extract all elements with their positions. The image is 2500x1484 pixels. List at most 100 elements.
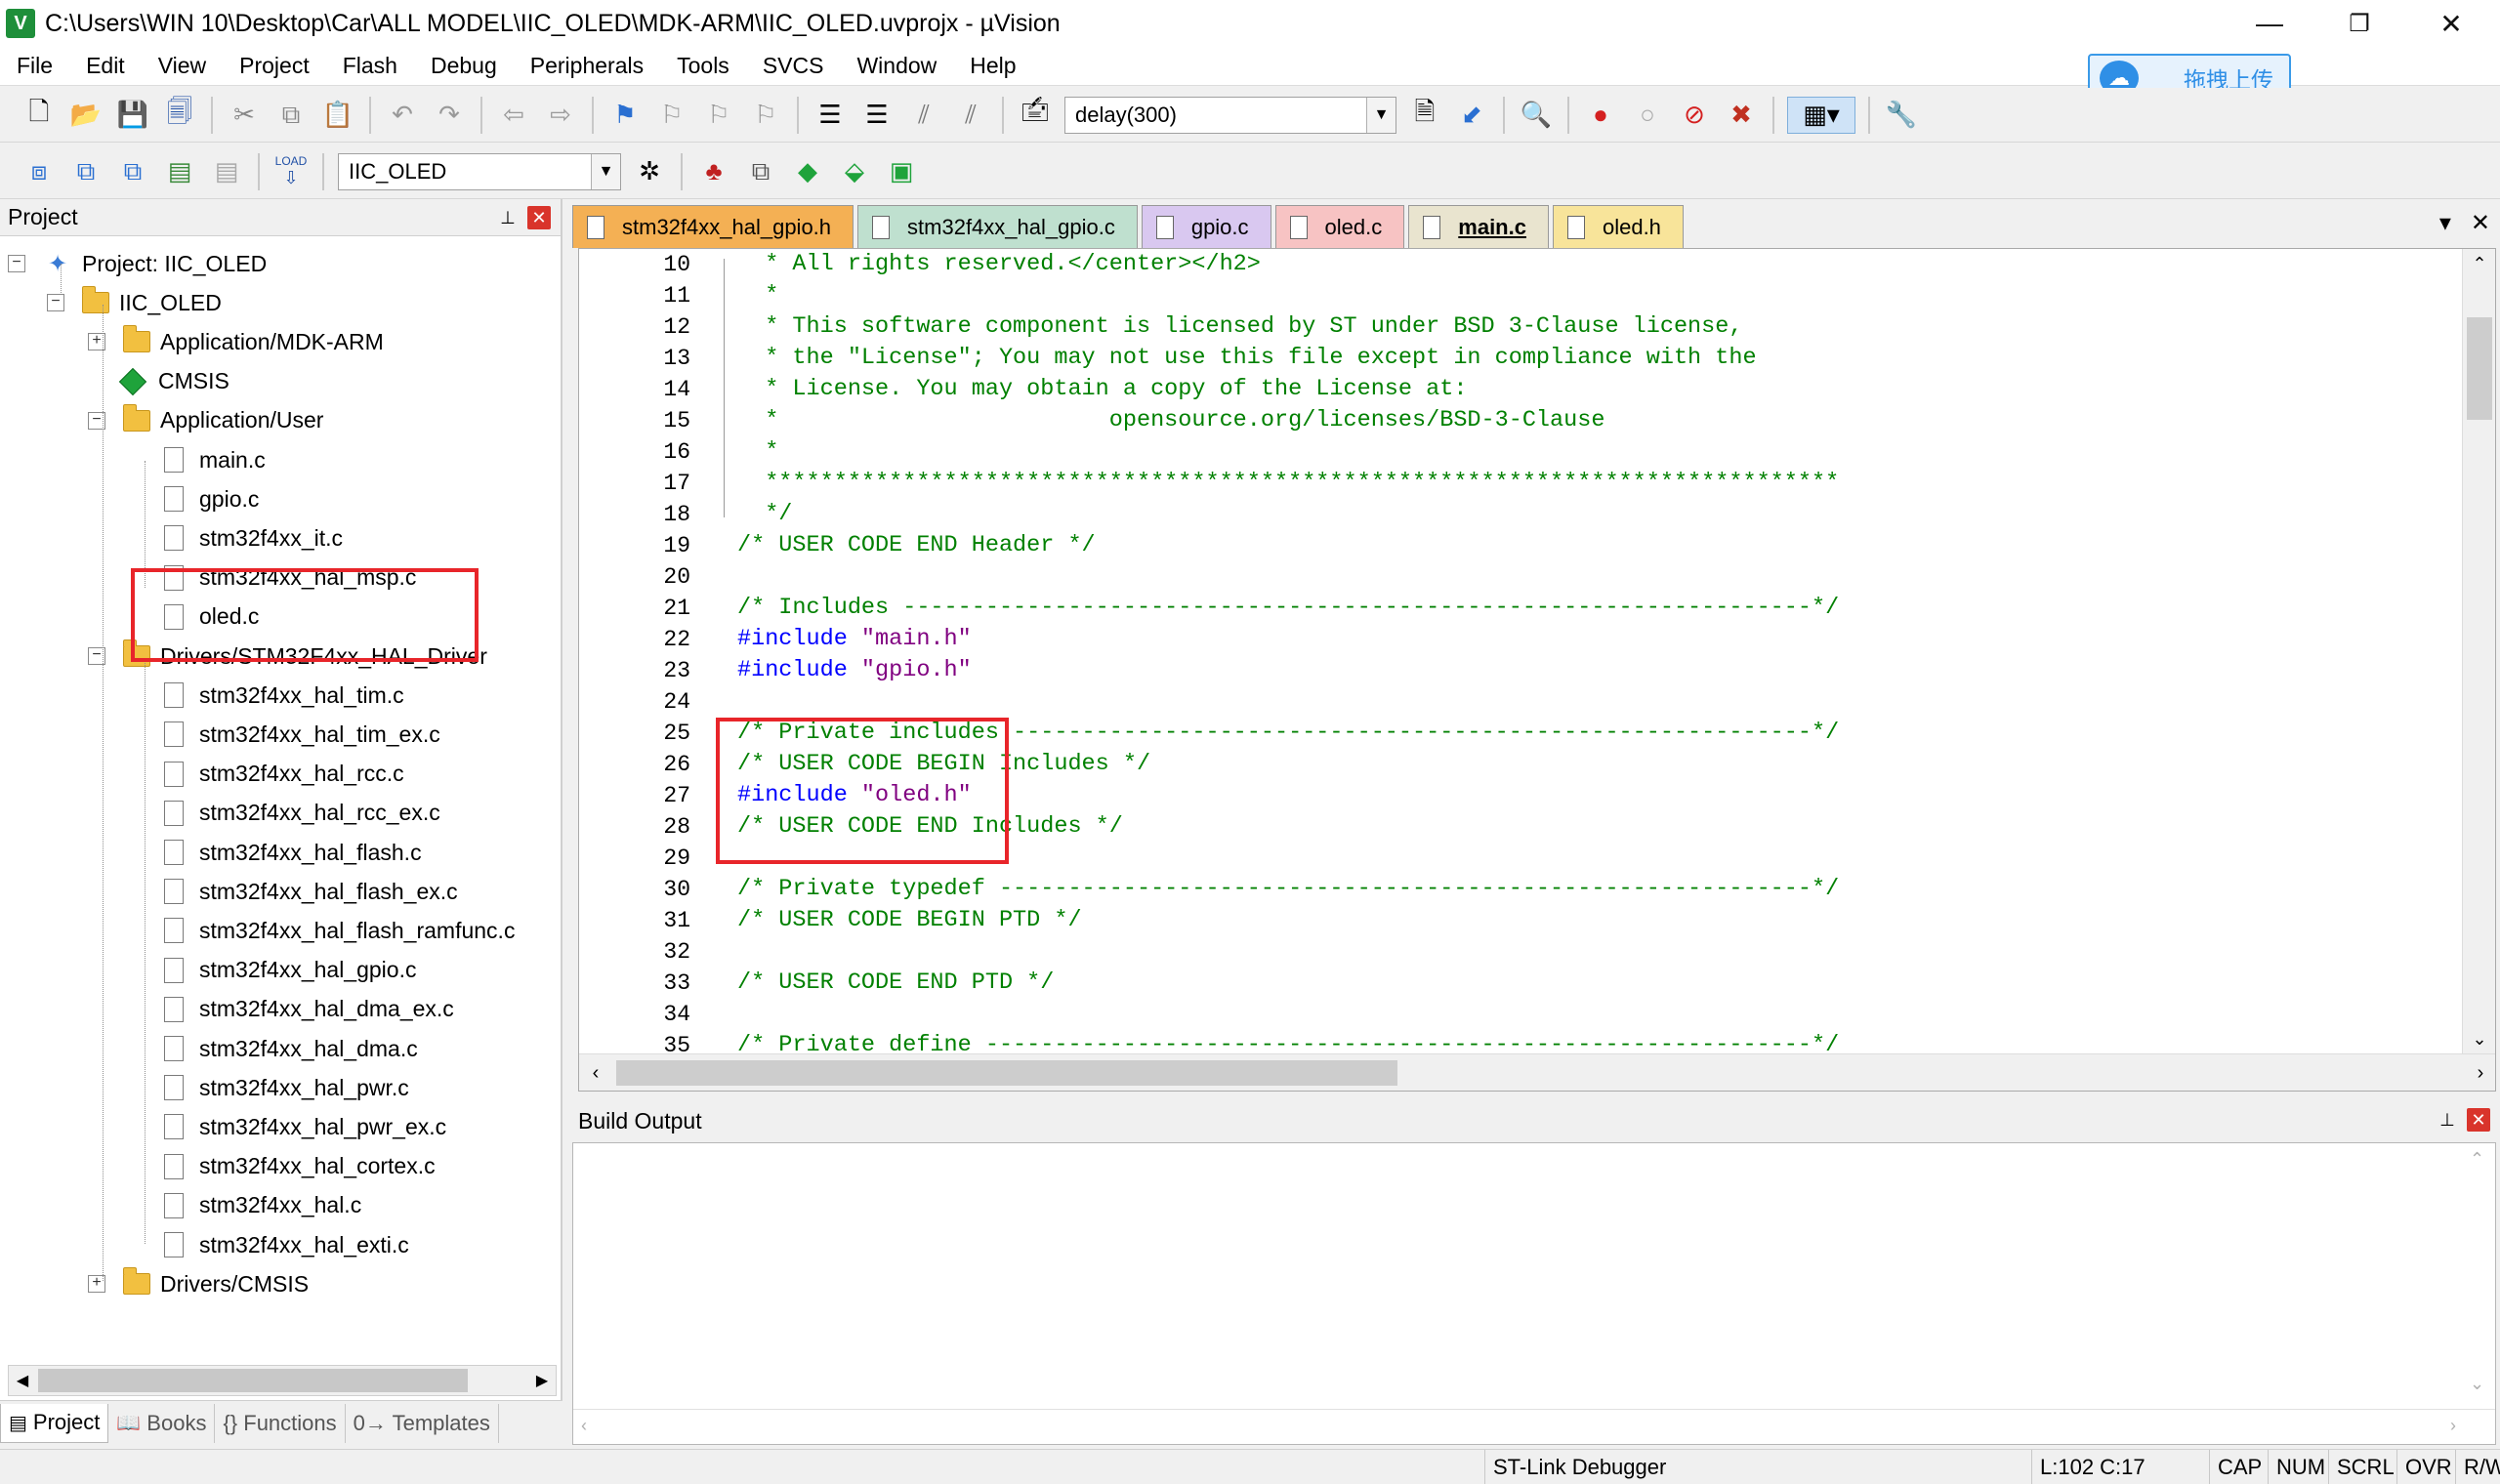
navigate-back-icon[interactable]: ⇦ [495, 97, 532, 134]
pin-icon[interactable]: ⊥ [2436, 1108, 2459, 1132]
tree-group-1[interactable]: CMSIS [118, 362, 229, 401]
redo-icon[interactable]: ↷ [431, 97, 468, 134]
file-extensions-icon[interactable]: ⧉ [742, 153, 779, 190]
panel-tab-books[interactable]: 📖 Books [108, 1403, 216, 1443]
target-options-icon[interactable]: ✲ [631, 153, 668, 190]
tree-file-item[interactable]: stm32f4xx_hal_pwr_ex.c [164, 1107, 446, 1146]
incremental-find-icon[interactable]: 🗎 [1406, 97, 1443, 134]
scroll-thumb[interactable] [616, 1060, 1397, 1086]
stop-build-icon[interactable]: ▤ [208, 153, 245, 190]
scroll-left-icon[interactable]: ‹ [579, 1054, 612, 1091]
scroll-up-icon[interactable]: ⌃ [2463, 249, 2495, 278]
file-tab[interactable]: stm32f4xx_hal_gpio.h [572, 205, 854, 248]
menu-view[interactable]: View [142, 53, 223, 79]
menu-flash[interactable]: Flash [326, 53, 414, 79]
tree-file-item[interactable]: stm32f4xx_hal_exti.c [164, 1225, 409, 1264]
menu-tools[interactable]: Tools [660, 53, 746, 79]
copy-icon[interactable]: ⧉ [272, 97, 310, 134]
scroll-left-icon[interactable]: ◀ [9, 1366, 36, 1395]
prev-bookmark-icon[interactable]: ⚐ [653, 97, 690, 134]
minimize-button[interactable]: — [2225, 0, 2314, 47]
paste-icon[interactable]: 📋 [319, 97, 356, 134]
restore-button[interactable]: ❐ [2314, 0, 2404, 47]
comment-icon[interactable]: ⫽ [905, 97, 942, 134]
menu-debug[interactable]: Debug [414, 53, 514, 79]
clear-bookmarks-icon[interactable]: ⚐ [747, 97, 784, 134]
menu-project[interactable]: Project [223, 53, 326, 79]
run-time-environment-icon[interactable]: ◆ [789, 153, 826, 190]
file-tab[interactable]: gpio.c [1141, 205, 1271, 248]
scroll-right-icon[interactable]: › [2464, 1054, 2495, 1091]
disable-all-breakpoints-icon[interactable]: ⊘ [1676, 97, 1713, 134]
editor-horizontal-scrollbar[interactable]: ‹ › [579, 1053, 2495, 1091]
next-bookmark-icon[interactable]: ⚐ [700, 97, 737, 134]
expand-toggle-icon[interactable]: − [8, 255, 25, 272]
menu-file[interactable]: File [0, 53, 69, 79]
tree-file-item[interactable]: stm32f4xx_hal_flash_ramfunc.c [164, 911, 515, 950]
build-vertical-scrollbar[interactable]: ⌃ ⌄ [2462, 1143, 2495, 1407]
tab-list-chevron-down-icon[interactable]: ▾ [2439, 209, 2451, 237]
tree-file-item[interactable]: stm32f4xx_hal_dma.c [164, 1029, 418, 1068]
code-editor[interactable]: 10 11 12 13 14 15 16 17 18 19 20 21 22 23 24 25 26 27 28 29… [578, 248, 2496, 1092]
find-combo[interactable]: delay(300) ▼ [1064, 96, 1396, 134]
tree-file-item[interactable]: stm32f4xx_hal_rcc.c [164, 755, 404, 794]
debug-session-icon[interactable]: 🔍 [1518, 97, 1555, 134]
tree-file-item[interactable]: stm32f4xx_hal_dma_ex.c [164, 990, 454, 1029]
navigate-forward-icon[interactable]: ⇨ [542, 97, 579, 134]
browse-icon[interactable]: ⬋ [1453, 97, 1490, 134]
tree-group-2[interactable]: − Application/User [88, 401, 323, 440]
close-tab-icon[interactable]: ✕ [2471, 209, 2490, 237]
new-file-icon[interactable]: 🗋 [21, 97, 58, 134]
close-panel-button[interactable]: ✕ [2467, 1108, 2490, 1132]
editor-vertical-scrollbar[interactable]: ⌃ ⌄ [2462, 249, 2495, 1053]
menu-svcs[interactable]: SVCS [746, 53, 841, 79]
build-horizontal-scrollbar[interactable]: ‹ › [573, 1409, 2495, 1444]
insert-breakpoint-icon[interactable]: ● [1582, 97, 1619, 134]
menu-edit[interactable]: Edit [69, 53, 142, 79]
project-horizontal-scrollbar[interactable]: ◀ ▶ [8, 1365, 557, 1396]
tree-file-item[interactable]: stm32f4xx_hal_flash_ex.c [164, 872, 458, 911]
close-panel-button[interactable]: ✕ [527, 206, 551, 229]
tree-file-item[interactable]: stm32f4xx_hal_pwr.c [164, 1068, 409, 1107]
tree-group-0[interactable]: + Application/MDK-ARM [88, 322, 384, 361]
bookmark-icon[interactable]: ⚑ [606, 97, 644, 134]
build-output-text[interactable]: ⌃ ⌄ ‹ › [572, 1142, 2496, 1445]
scroll-down-icon[interactable]: ⌄ [2463, 1024, 2495, 1053]
panel-tab-project[interactable]: ▤ Project [0, 1403, 109, 1443]
chevron-down-icon[interactable]: ▼ [591, 153, 620, 189]
tree-file-item[interactable]: stm32f4xx_hal_gpio.c [164, 951, 416, 990]
pack-installer-icon[interactable]: ⬙ [836, 153, 873, 190]
pin-icon[interactable]: ⊥ [496, 206, 520, 229]
close-window-button[interactable]: ✕ [2406, 0, 2496, 47]
file-tab[interactable]: stm32f4xx_hal_gpio.c [857, 205, 1138, 248]
unindent-icon[interactable]: ☰ [858, 97, 896, 134]
scroll-thumb[interactable] [38, 1369, 468, 1392]
save-icon[interactable]: 💾 [114, 97, 151, 134]
tree-file-item[interactable]: stm32f4xx_hal_rcc_ex.c [164, 794, 440, 833]
tree-file-item[interactable]: stm32f4xx_it.c [164, 518, 343, 557]
tree-project-root[interactable]: − ✦ Project: IIC_OLED [8, 244, 267, 283]
rebuild-icon[interactable]: ⧉ [114, 153, 151, 190]
file-tab[interactable]: oled.h [1552, 205, 1684, 248]
configure-wrench-icon[interactable]: 🔧 [1883, 97, 1920, 134]
chevron-down-icon[interactable]: ▼ [1366, 97, 1396, 133]
target-select[interactable]: IIC_OLED ▼ [338, 152, 621, 190]
manage-components-icon[interactable]: ♣ [695, 153, 732, 190]
disable-breakpoint-icon[interactable]: ○ [1629, 97, 1666, 134]
undo-icon[interactable]: ↶ [384, 97, 421, 134]
kill-all-breakpoints-icon[interactable]: ✖ [1723, 97, 1760, 134]
tree-file-item[interactable]: stm32f4xx_hal_flash.c [164, 833, 422, 872]
save-all-icon[interactable]: 🗐 [161, 97, 198, 134]
tree-file-item[interactable]: stm32f4xx_hal_tim_ex.c [164, 715, 440, 754]
scroll-up-icon[interactable]: ⌃ [2470, 1149, 2484, 1170]
indent-icon[interactable]: ☰ [812, 97, 849, 134]
cut-icon[interactable]: ✂ [226, 97, 263, 134]
panel-tab-functions[interactable]: {} Functions [215, 1403, 346, 1443]
find-in-files-icon[interactable]: 🖆 [1017, 97, 1054, 134]
tree-file-item[interactable]: stm32f4xx_hal_cortex.c [164, 1147, 436, 1186]
file-tab[interactable]: main.c [1408, 205, 1549, 248]
translate-icon[interactable]: ⧈ [21, 153, 58, 190]
download-load-icon[interactable]: LOAD ⇩ [272, 153, 310, 190]
menu-window[interactable]: Window [840, 53, 953, 79]
menu-peripherals[interactable]: Peripherals [514, 53, 660, 79]
